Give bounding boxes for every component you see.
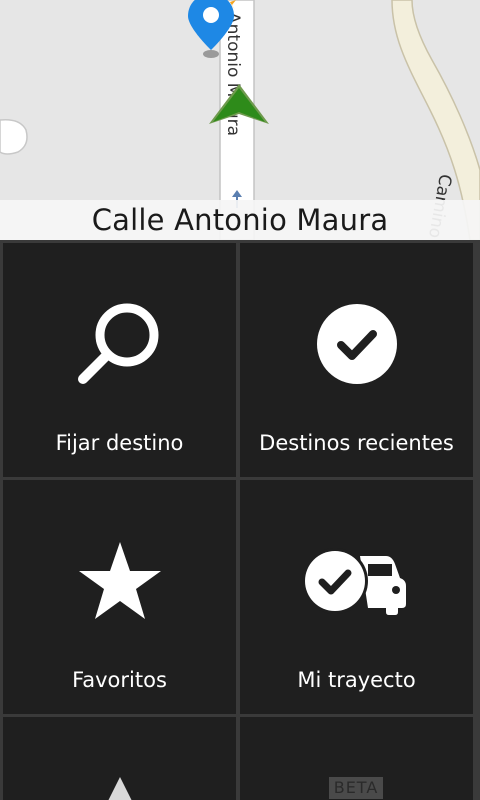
my-route-label: Mi trayecto: [297, 668, 416, 692]
my-route-tile[interactable]: Mi trayecto: [240, 480, 473, 714]
current-position-arrow-icon: [209, 84, 269, 124]
star-icon: [3, 536, 236, 626]
navigation-home-screen: Antonio Maura Camino I Calle Antonio Mau…: [0, 0, 480, 800]
recent-destinations-label: Destinos recientes: [259, 431, 454, 455]
navigation-arrow-icon: [108, 777, 132, 800]
main-menu-grid: Fijar destino Destinos recientes Favorit…: [0, 240, 480, 800]
set-destination-tile[interactable]: Fijar destino: [3, 243, 236, 477]
beta-badge: BETA: [329, 777, 383, 799]
map-view[interactable]: Antonio Maura Camino I Calle Antonio Mau…: [0, 0, 480, 240]
favorites-tile[interactable]: Favoritos: [3, 480, 236, 714]
favorites-label: Favoritos: [72, 668, 167, 692]
destination-pin-icon[interactable]: [186, 0, 238, 60]
beta-feature-tile[interactable]: BETA: [240, 717, 473, 800]
current-street-banner: Calle Antonio Maura: [0, 200, 480, 240]
check-circle-icon: [240, 299, 473, 389]
check-car-icon: [240, 536, 473, 626]
navigation-tile[interactable]: [3, 717, 236, 800]
search-icon: [3, 299, 236, 389]
recent-destinations-tile[interactable]: Destinos recientes: [240, 243, 473, 477]
set-destination-label: Fijar destino: [55, 431, 184, 455]
